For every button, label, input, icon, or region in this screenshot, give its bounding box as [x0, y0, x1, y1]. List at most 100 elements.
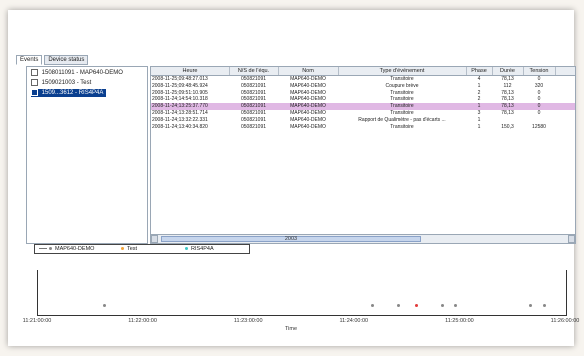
table-cell: 112 — [503, 82, 512, 89]
legend-label: Test — [127, 246, 138, 252]
legend-marker-icon — [121, 247, 124, 251]
table-cell: 050821091 — [240, 96, 267, 103]
data-point[interactable] — [453, 304, 457, 307]
table-cell: 4 — [477, 76, 481, 82]
table-cell: 320 — [534, 82, 544, 89]
table-cell: MAP640-DEMO — [290, 76, 326, 82]
table-header: Heure N/S de l'équ. Nom Type d'événement… — [151, 67, 575, 76]
tree-item-test[interactable]: 1509021003 - Test — [31, 79, 91, 87]
table-cell: MAP640-DEMO — [290, 123, 326, 130]
table-row[interactable]: 2008-11-24;14:54:10.318 050821091 MAP640-D… — [151, 96, 575, 103]
table-cell: Transitoire — [390, 110, 414, 116]
data-point[interactable] — [543, 304, 547, 307]
table-cell: 0 — [537, 76, 541, 82]
table-cell: Transitoire — [390, 96, 414, 103]
column-header-heure[interactable]: Heure — [151, 67, 230, 75]
table-row[interactable]: 2008-11-24;13:40:34.820 050821091 MAP640-D… — [151, 124, 575, 131]
tab-events[interactable]: Events — [16, 55, 43, 65]
table-cell: 050821091 — [240, 116, 267, 123]
table-row[interactable]: 2008-11-25;09:48:45.924 050821091 MAP640-D… — [151, 83, 575, 90]
table-cell: MAP640-DEMO — [290, 96, 326, 103]
column-header-tension[interactable]: Tension — [523, 67, 556, 75]
tree-node-icon — [31, 79, 38, 86]
column-header-phase[interactable]: Phase — [466, 67, 493, 75]
table-cell: 050821091 — [240, 110, 267, 116]
legend-item-test: Test — [121, 245, 137, 253]
column-header-duree[interactable]: Durée — [492, 67, 524, 75]
table-cell: 0 — [537, 89, 541, 96]
chart-legend: MAP640-DEMO Test RIS4P4A — [34, 244, 250, 254]
table-cell: 050821091 — [240, 82, 267, 89]
x-tick-label: 11:23:00:00 — [233, 318, 263, 324]
table-cell: 1 — [477, 123, 481, 130]
table-cell: 1 — [477, 103, 481, 110]
table-cell: 2 — [477, 96, 481, 103]
table-cell: 0 — [537, 96, 541, 103]
chart-title: 2003 — [284, 236, 298, 242]
tree-item-label: 1508011091 - MAP640-DEMO — [41, 70, 123, 77]
x-tick-label: 11:22:00:00 — [128, 318, 157, 324]
table-cell: 2008-11-25;09:51:10.905 — [152, 89, 208, 96]
data-point[interactable] — [103, 304, 107, 307]
table-cell: 2008-11-24;13:40:34.820 — [152, 123, 208, 130]
legend-label: RIS4P4A — [191, 246, 214, 252]
legend-marker-icon — [185, 247, 188, 251]
legend-marker-icon — [49, 247, 52, 251]
table-cell: 2008-11-24;13:25:37.770 — [152, 103, 208, 110]
table-cell: MAP640-DEMO — [290, 116, 326, 123]
table-cell: 1 — [477, 116, 481, 123]
table-cell: Transitoire — [390, 103, 414, 110]
table-cell: 2 — [477, 89, 481, 96]
tree-node-icon — [31, 89, 38, 96]
data-point[interactable] — [414, 304, 418, 307]
table-row[interactable]: 2008-11-25;09:51:10.905 050821091 MAP640-D… — [151, 90, 575, 97]
table-cell: 78,13 — [501, 103, 514, 110]
table-cell: 050821091 — [240, 123, 267, 130]
tree-item-label: 1509021003 - Test — [41, 80, 92, 87]
table-cell: 0 — [537, 110, 541, 116]
table-cell: 78,13 — [501, 96, 514, 103]
column-header-event-type[interactable]: Type d'événement — [338, 67, 467, 75]
x-tick-label: 11:24:00:00 — [339, 318, 369, 324]
table-cell: Coupure brève — [385, 82, 419, 89]
table-cell: 050821091 — [240, 89, 267, 96]
table-row[interactable]: 2008-11-24;13:28:51.714 050821091 MAP640-D… — [151, 110, 575, 117]
events-table: Heure N/S de l'équ. Nom Type d'événement… — [150, 66, 576, 244]
table-cell: MAP640-DEMO — [290, 89, 326, 96]
table-row[interactable]: 2008-11-24;13:25:37.770 050821091 MAP640-D… — [151, 103, 575, 110]
legend-line-icon — [39, 248, 47, 250]
legend-item-map640-demo: MAP640-DEMO — [39, 245, 94, 253]
table-row[interactable]: 2008-11-24;13:32:22.331 050821091 MAP640-D… — [151, 117, 575, 124]
tree-item-map640-demo[interactable]: 1508011091 - MAP640-DEMO — [31, 69, 123, 77]
table-cell: 050821091 — [240, 76, 267, 82]
table-cell: MAP640-DEMO — [290, 110, 326, 116]
table-cell: 2008-11-24;14:54:10.318 — [152, 96, 208, 103]
column-header-nom[interactable]: Nom — [278, 67, 339, 75]
table-cell: 2008-11-25;09:48:45.924 — [152, 82, 208, 89]
table-cell: 0 — [537, 103, 541, 110]
table-cell: 78,13 — [501, 89, 514, 96]
data-point[interactable] — [370, 304, 374, 307]
device-tree: 1508011091 - MAP640-DEMO 1509021003 - Te… — [26, 66, 148, 244]
tree-node-icon — [31, 69, 38, 76]
table-cell: 2008-11-25;09:48:27.013 — [152, 76, 208, 82]
plot-area — [37, 270, 567, 316]
table-cell: 2008-11-24;13:28:51.714 — [152, 110, 208, 116]
tab-device-status[interactable]: Device status — [44, 55, 89, 65]
table-cell: Transitoire — [390, 123, 414, 130]
data-point[interactable] — [441, 304, 445, 307]
table-row[interactable]: 2008-11-25;09:48:27.013 050821091 MAP640-D… — [151, 76, 575, 83]
data-point[interactable] — [397, 304, 401, 307]
legend-label: MAP640-DEMO — [55, 246, 95, 252]
table-cell: 050821091 — [240, 103, 267, 110]
tree-item-ris4p4a[interactable]: 1509...3612 - RIS4P4A — [31, 89, 107, 97]
table-cell: 78,13 — [501, 76, 514, 82]
x-axis-label: Time — [284, 326, 298, 332]
table-cell: 2008-11-24;13:32:22.331 — [152, 116, 208, 123]
table-cell: Rapport de Qualimètre - pas d'écarts ... — [358, 116, 446, 123]
column-header-serial[interactable]: N/S de l'équ. — [229, 67, 279, 75]
table-cell: MAP640-DEMO — [290, 82, 326, 89]
table-cell: 3 — [477, 110, 481, 116]
table-cell: 150,3 — [501, 123, 514, 130]
data-point[interactable] — [529, 304, 533, 307]
